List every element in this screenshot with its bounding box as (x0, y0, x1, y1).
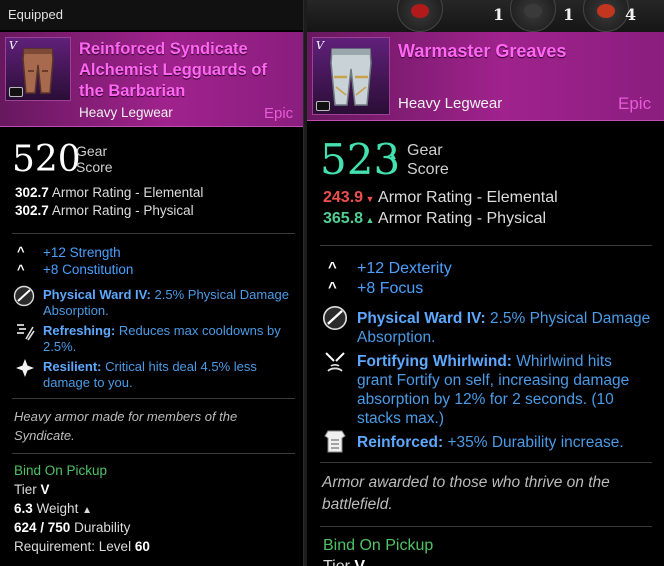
physical-ward-icon (13, 285, 35, 307)
attribute-caret-icon: ^ (17, 262, 25, 277)
item-header: V Reinforced Syndicate Alchemist Legguar… (0, 32, 303, 127)
item-name: Warmaster Greaves (398, 41, 567, 61)
fortifying-whirlwind-icon (325, 352, 345, 372)
tier-line: Tier V (14, 482, 50, 497)
top-slot-bar: 1 1 4 (307, 0, 664, 32)
divider (320, 245, 652, 246)
attribute-caret-icon: ^ (328, 259, 337, 276)
attribute-constitution: +8 Constitution (43, 262, 134, 277)
item-type: Heavy Legwear (398, 95, 503, 112)
slot-count: 1 (563, 5, 575, 24)
greaves-icon (330, 48, 372, 106)
perk-reinforced: Reinforced: +35% Durability increase. (357, 434, 624, 451)
divider (12, 453, 295, 454)
attribute-caret-icon: ^ (17, 244, 25, 259)
item-name: Reinforced Syndicate Alchemist Legguards… (79, 40, 267, 100)
item-type: Heavy Legwear (79, 105, 173, 120)
gem-icon (524, 4, 542, 18)
compare-item-tooltip: 1 1 4 V Warmaster Greaves Heavy Legwear … (307, 0, 664, 566)
bind-on-pickup: Bind On Pickup (14, 463, 108, 478)
divider (12, 398, 295, 399)
reinforced-icon (324, 430, 346, 453)
gem-icon (597, 4, 615, 18)
slot-button[interactable] (510, 0, 556, 32)
weight-icon: ▲ (82, 505, 92, 516)
tier-numeral: V (9, 39, 17, 52)
divider (320, 526, 652, 527)
tier-numeral: V (316, 39, 324, 52)
armor-rating-elemental: 243.9 ▼ Armor Rating - Elemental (323, 189, 558, 206)
gem-icon (411, 4, 429, 18)
bind-on-pickup: Bind On Pickup (323, 537, 434, 554)
flavor-text: Armor awarded to those who thrive on the… (322, 474, 610, 513)
weight-line: 6.3 Weight ▲ (14, 501, 92, 516)
resilient-icon (16, 359, 34, 377)
slot-count: 4 (625, 5, 637, 24)
perk-refreshing: Refreshing: Reduces max cooldowns by 2.5… (43, 323, 281, 354)
item-header: V Warmaster Greaves Heavy Legwear Epic (307, 32, 664, 121)
divider (12, 233, 295, 234)
perk-resilient: Resilient: Critical hits deal 4.5% less … (43, 359, 257, 390)
gear-score-up-icon: ▲ (388, 151, 398, 162)
requirement-line: Requirement: Level 60 (14, 539, 150, 554)
equipped-item-tooltip: Equipped V Reinforced Syndicate Alchemis… (0, 0, 304, 566)
refreshing-icon (17, 324, 35, 341)
gear-score-label: Gear Score (407, 142, 449, 178)
divider (320, 462, 652, 463)
armor-rating-physical: 365.8 ▲ Armor Rating - Physical (323, 210, 547, 227)
gear-score-label: Gear Score (76, 143, 113, 175)
gear-score-value: 520 (12, 139, 81, 180)
rarity-label: Epic (264, 105, 294, 122)
equipped-label: Equipped (8, 7, 63, 22)
perk-physical-ward: Physical Ward IV: 2.5% Physical Damage A… (43, 287, 289, 318)
item-thumbnail: V (5, 37, 71, 101)
attribute-caret-icon: ^ (328, 279, 337, 296)
perk-fortifying-whirlwind: Fortifying Whirlwind: Whirlwind hits gra… (357, 353, 630, 427)
rarity-label: Epic (618, 94, 652, 113)
durability-line: 624 / 750 Durability (14, 520, 131, 535)
lock-icon (9, 87, 23, 97)
attribute-dexterity: +12 Dexterity (357, 260, 452, 277)
attribute-strength: +12 Strength (43, 245, 121, 260)
flavor-text: Heavy armor made for members of the Synd… (14, 409, 238, 443)
slot-count: 1 (493, 5, 505, 24)
slot-button[interactable] (397, 0, 443, 32)
item-thumbnail: V (312, 37, 390, 115)
armor-rating-elemental: 302.7 Armor Rating - Elemental (15, 185, 204, 200)
tier-line: Tier V (323, 558, 365, 566)
armor-rating-physical: 302.7 Armor Rating - Physical (15, 203, 194, 218)
stat-down-icon: ▼ (363, 194, 375, 204)
stat-up-icon: ▲ (363, 215, 375, 225)
legguards-icon (22, 48, 54, 94)
perk-physical-ward: Physical Ward IV: 2.5% Physical Damage A… (357, 310, 651, 346)
physical-ward-icon (322, 305, 348, 331)
slot-button[interactable] (583, 0, 629, 32)
lock-icon (316, 101, 330, 111)
equipped-title-bar: Equipped (0, 0, 303, 30)
attribute-focus: +8 Focus (357, 280, 424, 297)
